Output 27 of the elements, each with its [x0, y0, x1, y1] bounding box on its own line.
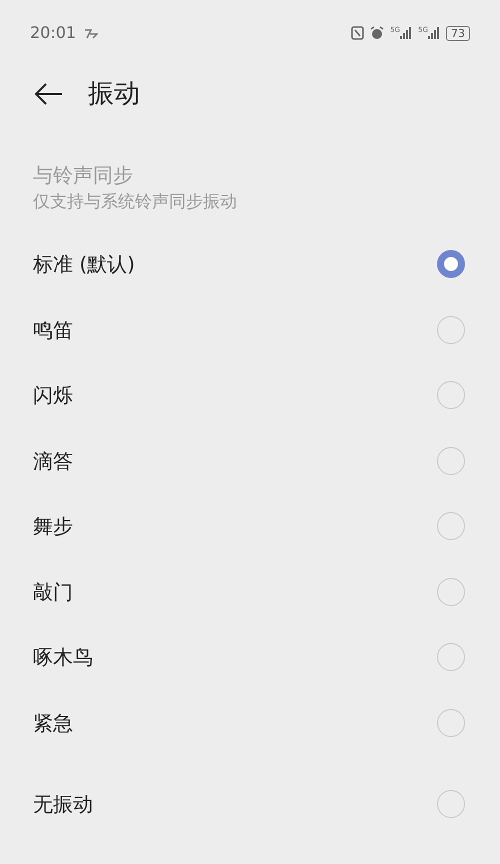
radio-button[interactable] [437, 790, 465, 818]
option-label: 鸣笛 [33, 316, 73, 344]
option-label: 紧急 [33, 710, 73, 737]
radio-button[interactable] [437, 643, 465, 672]
page-title: 振动 [88, 78, 140, 110]
setting-description: 仅支持与系统铃声同步振动 [33, 191, 238, 214]
signal-icon [428, 27, 440, 39]
alarm-icon [370, 26, 384, 40]
signal-icon [400, 27, 412, 39]
option-label: 无振动 [33, 791, 93, 818]
radio-button[interactable] [437, 708, 465, 737]
option-label: 舞步 [33, 513, 73, 540]
radio-button[interactable] [437, 250, 465, 278]
option-label: 啄木鸟 [33, 644, 93, 672]
radio-button[interactable] [437, 316, 465, 344]
radio-button[interactable] [437, 446, 465, 475]
status-time: 20:01 [30, 22, 76, 44]
setting-title: 与铃声同步 [33, 162, 134, 189]
radio-button[interactable] [437, 512, 465, 540]
radio-button[interactable] [437, 578, 465, 606]
radio-button[interactable] [437, 381, 465, 410]
option-label: 敲门 [33, 578, 73, 606]
battery-icon: 73 [446, 26, 470, 40]
option-label: 滴答 [33, 448, 73, 475]
option-label: 标准 (默认) [33, 251, 135, 278]
back-icon[interactable] [34, 82, 64, 106]
option-label: 闪烁 [33, 382, 73, 410]
